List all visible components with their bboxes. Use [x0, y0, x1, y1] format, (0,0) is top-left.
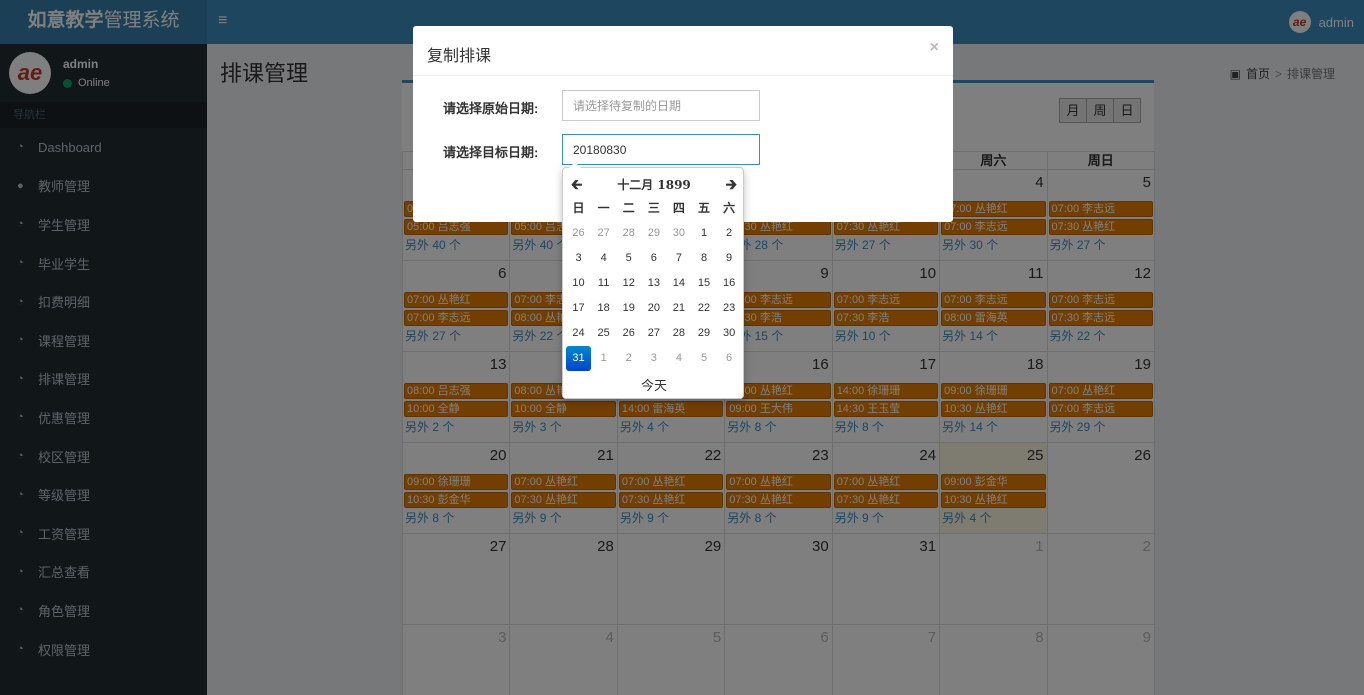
- target-date-row: 请选择目标日期:: [413, 134, 953, 166]
- datepicker-day[interactable]: 4: [591, 246, 616, 271]
- datepicker-day[interactable]: 9: [717, 246, 742, 271]
- datepicker-week-row: 26 27 28 29 30 1 2: [566, 221, 742, 246]
- datepicker-day[interactable]: 2: [616, 346, 641, 371]
- datepicker-day[interactable]: 29: [641, 221, 666, 246]
- modal-title: 复制排课: [427, 48, 492, 65]
- datepicker-day[interactable]: 1: [591, 346, 616, 371]
- target-date-label: 请选择目标日期:: [443, 145, 539, 160]
- datepicker-weekday: 二: [622, 201, 635, 215]
- source-date-row: 请选择原始日期:: [413, 90, 953, 122]
- datepicker-day[interactable]: 5: [691, 346, 716, 371]
- today-button[interactable]: 今天: [563, 375, 745, 394]
- datepicker-day[interactable]: 11: [591, 271, 616, 296]
- modal-header: 复制排课 ×: [413, 26, 953, 76]
- datepicker-day[interactable]: 1: [691, 221, 716, 246]
- datepicker-day[interactable]: 21: [666, 296, 691, 321]
- close-icon[interactable]: ×: [930, 39, 939, 57]
- datepicker-day[interactable]: 12: [616, 271, 641, 296]
- datepicker-day[interactable]: 5: [616, 246, 641, 271]
- target-date-input[interactable]: [562, 134, 760, 165]
- datepicker-day[interactable]: 30: [717, 321, 742, 346]
- datepicker-nav: 🡰 十二月 1899 🡲: [563, 174, 745, 192]
- datepicker-day[interactable]: 2: [717, 221, 742, 246]
- datepicker-day[interactable]: 27: [641, 321, 666, 346]
- datepicker-day[interactable]: 6: [717, 346, 742, 371]
- datepicker-day[interactable]: 15: [691, 271, 716, 296]
- datepicker-week-row: 3456789: [566, 246, 742, 271]
- datepicker-day[interactable]: 10: [566, 271, 591, 296]
- datepicker-day[interactable]: 29: [691, 321, 716, 346]
- datepicker: 🡰 十二月 1899 🡲 日一二三四五六 26 27 28 29 30 1 2 3 4 5 6 7 8 9 1…: [562, 162, 745, 399]
- next-month-icon[interactable]: 🡲: [726, 174, 737, 198]
- datepicker-day[interactable]: 30: [666, 221, 691, 246]
- datepicker-day[interactable]: 31: [566, 346, 592, 371]
- datepicker-day[interactable]: 3: [566, 246, 591, 271]
- datepicker-day[interactable]: 25: [591, 321, 616, 346]
- datepicker-day[interactable]: 24: [566, 321, 591, 346]
- datepicker-week-row: 10 11 12 13 14 15 16: [566, 271, 742, 296]
- source-date-label: 请选择原始日期:: [443, 101, 539, 116]
- datepicker-day[interactable]: 20: [641, 296, 666, 321]
- datepicker-day[interactable]: 14: [666, 271, 691, 296]
- datepicker-arrow: [569, 162, 581, 168]
- datepicker-day[interactable]: 3: [641, 346, 666, 371]
- datepicker-weekday: 六: [723, 201, 736, 215]
- datepicker-day[interactable]: 18: [591, 296, 616, 321]
- datepicker-week-row: 24 25 26 27 28 29 30: [566, 321, 742, 346]
- datepicker-day[interactable]: 27: [591, 221, 616, 246]
- datepicker-day[interactable]: 13: [641, 271, 666, 296]
- datepicker-day[interactable]: 7: [666, 246, 691, 271]
- datepicker-weekday-row: 日一二三四五六: [566, 196, 742, 221]
- datepicker-day[interactable]: 6: [641, 246, 666, 271]
- datepicker-weekday: 五: [698, 201, 711, 215]
- datepicker-day[interactable]: 26: [616, 321, 641, 346]
- datepicker-week-row: 17 18 19 20 21 22 23: [566, 296, 742, 321]
- datepicker-weekday: 三: [647, 201, 660, 215]
- source-date-input[interactable]: [562, 90, 760, 121]
- datepicker-day[interactable]: 22: [691, 296, 716, 321]
- datepicker-weekday: 日: [572, 201, 585, 215]
- datepicker-day[interactable]: 28: [666, 321, 691, 346]
- datepicker-weekday: 四: [672, 201, 685, 215]
- datepicker-day[interactable]: 23: [717, 296, 742, 321]
- datepicker-day[interactable]: 28: [616, 221, 641, 246]
- datepicker-weekday: 一: [597, 201, 610, 215]
- datepicker-day[interactable]: 4: [666, 346, 691, 371]
- datepicker-day[interactable]: 19: [616, 296, 641, 321]
- datepicker-day[interactable]: 17: [566, 296, 591, 321]
- datepicker-day[interactable]: 26: [566, 221, 591, 246]
- datepicker-title[interactable]: 十二月 1899: [563, 176, 745, 193]
- datepicker-day[interactable]: 8: [691, 246, 716, 271]
- datepicker-day[interactable]: 16: [717, 271, 742, 296]
- datepicker-week-row: 31 1 2 3 4 5 6: [566, 346, 742, 371]
- datepicker-grid: 日一二三四五六 26 27 28 29 30 1 2 3 4 5 6 7 8 9 10 11 12 13 14 15 16…: [566, 196, 742, 371]
